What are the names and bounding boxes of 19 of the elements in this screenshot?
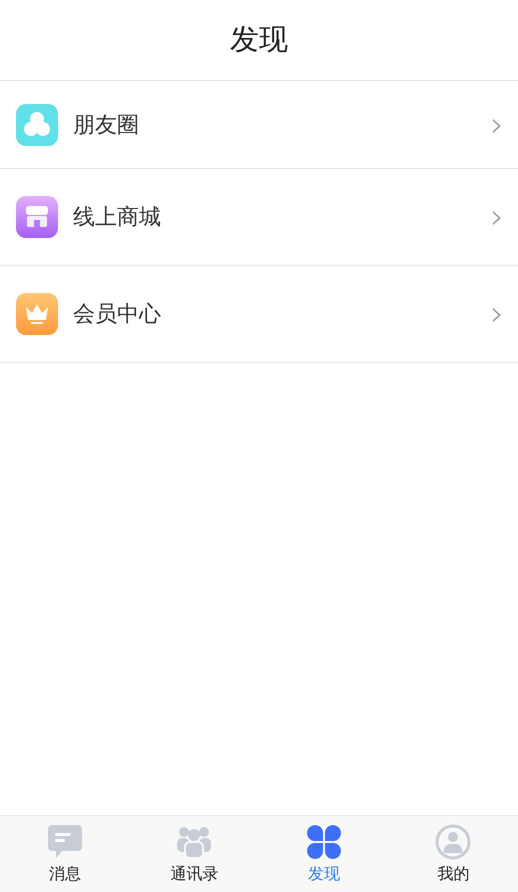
tab-item[interactable]: 我的 bbox=[388, 816, 518, 892]
tab-item[interactable]: 通讯录 bbox=[130, 816, 259, 892]
crown-icon bbox=[15, 292, 59, 336]
chevron-icon: › bbox=[490, 297, 504, 331]
menu-item[interactable]: 线上商城 › bbox=[0, 169, 518, 266]
item-label: 朋友圈 bbox=[73, 112, 140, 140]
tab-item[interactable]: 消息 bbox=[0, 816, 130, 892]
menu-item[interactable]: 朋友圈 › bbox=[0, 81, 518, 169]
tab-item[interactable]: 发现 bbox=[259, 816, 388, 892]
chevron-icon: › bbox=[490, 200, 504, 234]
item-label: 线上商城 bbox=[73, 204, 162, 232]
item-label: 会员中心 bbox=[73, 301, 162, 329]
chevron-icon: › bbox=[490, 108, 504, 142]
menu-item[interactable]: 会员中心 › bbox=[0, 266, 518, 363]
page-title: 发现 bbox=[230, 21, 288, 58]
store-icon bbox=[15, 195, 59, 239]
clover-icon bbox=[304, 823, 343, 861]
user-icon bbox=[434, 823, 472, 861]
circles-icon bbox=[15, 102, 59, 146]
